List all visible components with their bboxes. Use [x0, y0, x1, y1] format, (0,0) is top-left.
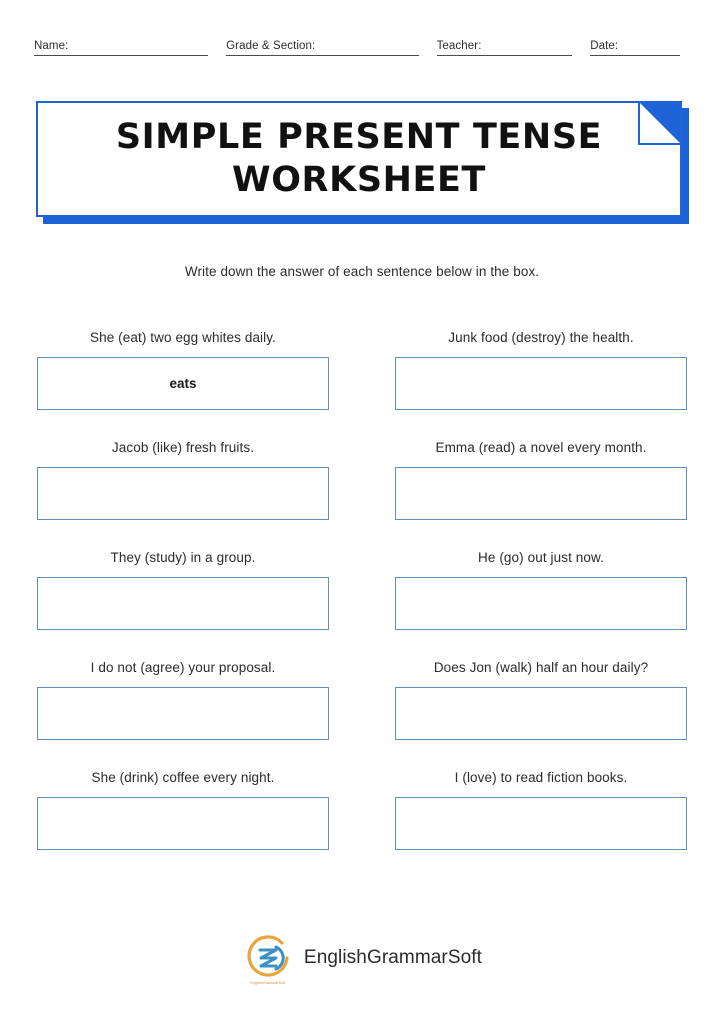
- name-field-label: Name:: [34, 40, 69, 52]
- question-prompt: He (go) out just now.: [478, 550, 604, 565]
- question-prompt: Junk food (destroy) the health.: [448, 330, 634, 345]
- question-prompt: They (study) in a group.: [110, 550, 256, 565]
- answer-box[interactable]: [37, 797, 329, 850]
- footer-branding: EnglishGrammarSoft EnglishGrammarSoft: [0, 932, 724, 985]
- grade-section-field-value[interactable]: [315, 36, 418, 49]
- answer-box[interactable]: [395, 357, 687, 410]
- date-field[interactable]: Date:: [590, 36, 681, 56]
- question-prompt: Emma (read) a novel every month.: [435, 440, 647, 455]
- name-field-value[interactable]: [68, 36, 208, 49]
- worksheet-header-fields: Name: Grade & Section: Teacher: Date:: [34, 36, 681, 56]
- question-prompt: Does Jon (walk) half an hour daily?: [433, 660, 649, 675]
- question-item-9: She (drink) coffee every night.: [37, 770, 329, 850]
- answer-box[interactable]: [395, 577, 687, 630]
- answer-box[interactable]: [395, 467, 687, 520]
- question-prompt: Jacob (like) fresh fruits.: [111, 440, 255, 455]
- question-item-1: She (eat) two egg whites daily. eats: [37, 330, 329, 410]
- question-prompt: She (eat) two egg whites daily.: [90, 330, 276, 345]
- question-row: They (study) in a group. He (go) out jus…: [37, 550, 687, 630]
- question-row: She (drink) coffee every night. I (love)…: [37, 770, 687, 850]
- name-field[interactable]: Name:: [34, 36, 209, 56]
- title-banner-box: SIMPLE PRESENT TENSE WORKSHEET: [36, 101, 682, 217]
- date-field-label: Date:: [590, 40, 619, 52]
- question-row: She (eat) two egg whites daily. eats Jun…: [37, 330, 687, 410]
- question-item-2: Junk food (destroy) the health.: [395, 330, 687, 410]
- answer-box[interactable]: [37, 687, 329, 740]
- answer-box[interactable]: [395, 687, 687, 740]
- question-item-4: Emma (read) a novel every month.: [395, 440, 687, 520]
- question-prompt: I (love) to read fiction books.: [454, 770, 628, 785]
- page-title: SIMPLE PRESENT TENSE WORKSHEET: [62, 116, 656, 201]
- question-item-7: I do not (agree) your proposal.: [37, 660, 329, 740]
- answer-box[interactable]: [37, 577, 329, 630]
- answer-box[interactable]: [395, 797, 687, 850]
- answer-box[interactable]: eats: [37, 357, 329, 410]
- page-title-line-1: SIMPLE PRESENT TENSE: [115, 117, 603, 158]
- question-prompt: I do not (agree) your proposal.: [90, 660, 276, 675]
- answer-text: eats: [169, 376, 197, 391]
- question-prompt: She (drink) coffee every night.: [91, 770, 275, 785]
- grade-section-field-label: Grade & Section:: [226, 40, 316, 52]
- logo-caption: EnglishGrammarSoft: [250, 981, 286, 985]
- page-title-line-2: WORKSHEET: [231, 160, 487, 200]
- question-row: I do not (agree) your proposal. Does Jon…: [37, 660, 687, 740]
- grade-section-field[interactable]: Grade & Section:: [226, 36, 419, 56]
- question-item-5: They (study) in a group.: [37, 550, 329, 630]
- question-item-3: Jacob (like) fresh fruits.: [37, 440, 329, 520]
- teacher-field[interactable]: Teacher:: [436, 36, 573, 56]
- instruction-text: Write down the answer of each sentence b…: [184, 264, 540, 279]
- teacher-field-value[interactable]: [482, 36, 573, 49]
- englishgrammarsoft-logo-icon: EnglishGrammarSoft: [242, 932, 294, 985]
- worksheet-title-banner: SIMPLE PRESENT TENSE WORKSHEET: [36, 101, 689, 224]
- question-row: Jacob (like) fresh fruits. Emma (read) a…: [37, 440, 687, 520]
- date-field-value[interactable]: [618, 36, 680, 49]
- question-item-10: I (love) to read fiction books.: [395, 770, 687, 850]
- question-item-6: He (go) out just now.: [395, 550, 687, 630]
- question-item-8: Does Jon (walk) half an hour daily?: [395, 660, 687, 740]
- question-grid: She (eat) two egg whites daily. eats Jun…: [37, 330, 687, 880]
- answer-box[interactable]: [37, 467, 329, 520]
- teacher-field-label: Teacher:: [436, 40, 482, 52]
- brand-name: EnglishGrammarSoft: [303, 947, 483, 968]
